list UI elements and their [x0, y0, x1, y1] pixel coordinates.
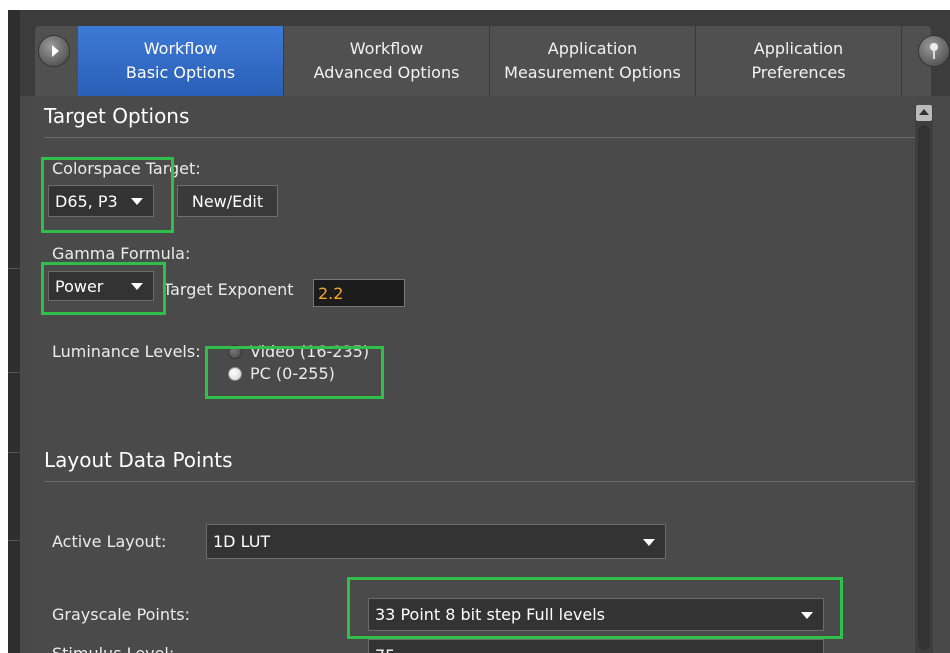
edge-line: [8, 540, 20, 541]
tab-label-line2: Advanced Options: [313, 63, 460, 82]
background-window-edge: [8, 10, 20, 653]
options-panel: Target Options Colorspace Target: D65, P…: [32, 96, 918, 653]
section-title-target-options: Target Options: [44, 104, 190, 128]
active-layout-value: 1D LUT: [213, 532, 271, 551]
play-icon[interactable]: [39, 36, 69, 66]
target-exponent-input[interactable]: 2.2: [313, 279, 405, 307]
stimulus-level-value: 75: [375, 646, 395, 653]
stimulus-level-dropdown[interactable]: 75: [368, 639, 824, 653]
tab-label-line2: Basic Options: [125, 63, 236, 82]
stimulus-level-label: Stimulus Level:: [52, 644, 174, 653]
tab-workflow-basic-options[interactable]: Workflow Basic Options: [78, 26, 284, 96]
divider: [44, 481, 916, 482]
radio-pc-levels-label: PC (0-255): [250, 364, 335, 383]
vertical-scrollbar[interactable]: [915, 105, 933, 653]
tab-label-line1: Application: [753, 39, 844, 58]
desktop-top: [0, 0, 950, 10]
chevron-down-icon: [131, 198, 143, 205]
active-layout-dropdown[interactable]: 1D LUT: [206, 524, 666, 559]
scroll-track[interactable]: [918, 125, 930, 650]
gamma-formula-value: Power: [55, 276, 104, 296]
chevron-down-icon: [131, 283, 143, 290]
grayscale-points-label: Grayscale Points:: [52, 605, 191, 624]
tab-bar: Workflow Basic Options Workflow Advanced…: [20, 10, 950, 96]
gamma-formula-label: Gamma Formula:: [52, 244, 191, 263]
new-edit-button[interactable]: New/Edit: [177, 185, 278, 217]
chevron-down-icon: [643, 538, 655, 546]
tab-application-measurement-options[interactable]: Application Measurement Options: [490, 26, 696, 96]
colorspace-target-dropdown[interactable]: D65, P3: [48, 185, 154, 217]
tab-label-line1: Workflow: [143, 39, 218, 58]
pin-icon[interactable]: [919, 36, 949, 66]
radio-video-levels[interactable]: [228, 345, 242, 359]
active-layout-label: Active Layout:: [52, 532, 167, 551]
grayscale-points-dropdown[interactable]: 33 Point 8 bit step Full levels: [368, 598, 824, 631]
tab-label-line2: Measurement Options: [504, 63, 681, 82]
section-title-layout-data-points: Layout Data Points: [44, 448, 233, 472]
divider: [44, 137, 916, 138]
gamma-formula-dropdown[interactable]: Power: [48, 271, 154, 301]
target-exponent-label: Target Exponent: [163, 280, 294, 299]
grayscale-points-value: 33 Point 8 bit step Full levels: [375, 605, 606, 624]
tab-label-line1: Application: [547, 39, 638, 58]
tab-workflow-advanced-options[interactable]: Workflow Advanced Options: [284, 26, 490, 96]
scroll-up-icon[interactable]: [916, 105, 932, 121]
radio-video-levels-label: Video (16-235): [250, 342, 370, 361]
radio-pc-levels[interactable]: [228, 367, 242, 381]
edge-line: [8, 452, 20, 453]
edge-line: [8, 372, 20, 373]
luminance-levels-label: Luminance Levels:: [52, 342, 201, 361]
colorspace-target-label: Colorspace Target:: [52, 159, 201, 178]
colorspace-target-value: D65, P3: [55, 191, 118, 211]
chevron-down-icon: [801, 611, 813, 619]
edge-line: [8, 268, 20, 269]
tab-label-line2: Preferences: [751, 63, 846, 82]
tab-application-preferences[interactable]: Application Preferences: [696, 26, 902, 96]
tab-label-line1: Workflow: [349, 39, 424, 58]
app-window: Workflow Basic Options Workflow Advanced…: [20, 10, 950, 653]
